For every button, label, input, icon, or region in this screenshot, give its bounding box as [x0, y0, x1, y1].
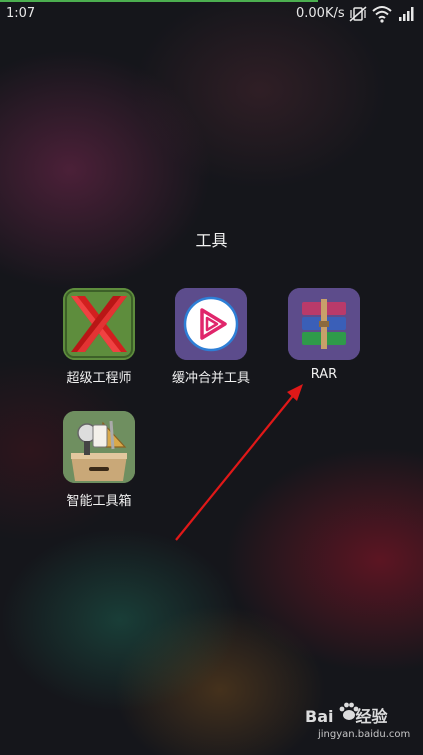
annotation-arrow [175, 384, 303, 541]
watermark-url: jingyan.baidu.com [318, 729, 411, 740]
watermark-brand-left: Bai [305, 707, 334, 726]
paw-icon [339, 702, 359, 720]
